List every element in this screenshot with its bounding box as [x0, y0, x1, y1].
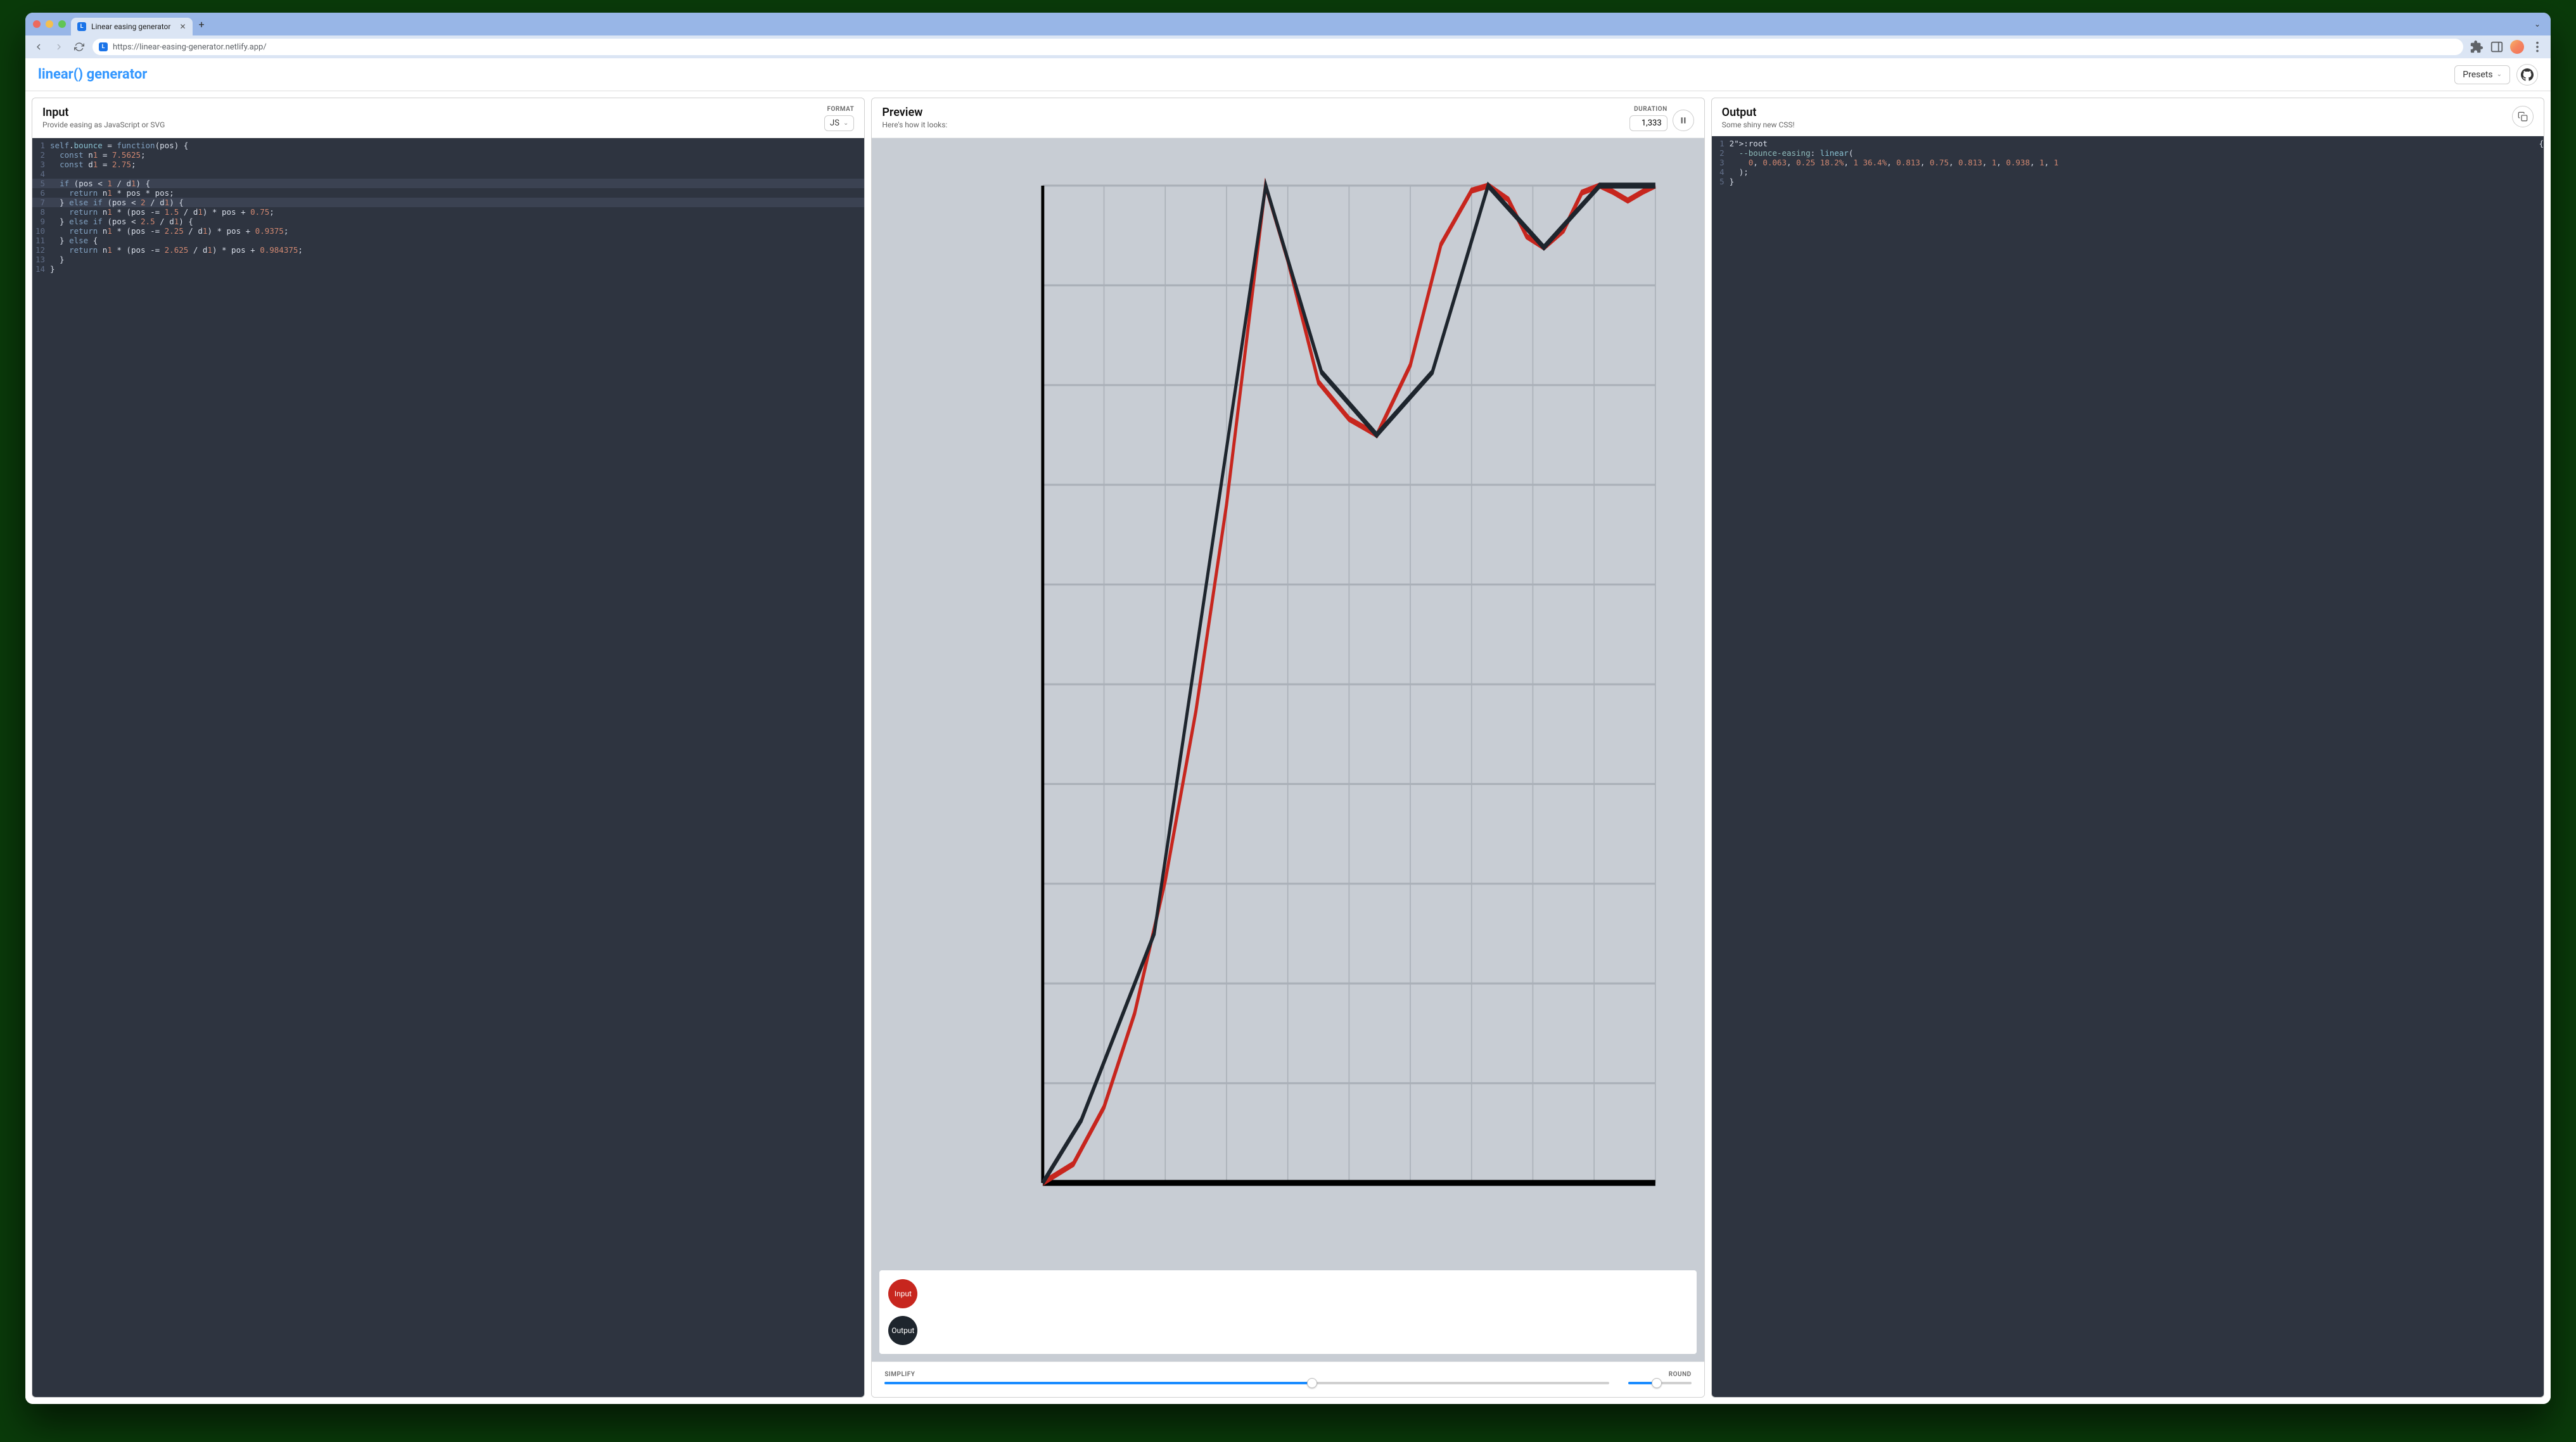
code-line: 4 );: [1712, 167, 2544, 177]
code-line: 10 return n1 * (pos -= 2.25 / d1) * pos …: [32, 226, 864, 236]
duration-label: DURATION: [1634, 106, 1667, 113]
code-line: 11 } else {: [32, 236, 864, 245]
input-panel: Input Provide easing as JavaScript or SV…: [32, 98, 865, 1398]
code-line: 4: [32, 169, 864, 179]
code-line: 2 --bounce-easing: linear(: [1712, 148, 2544, 158]
output-panel: Output Some shiny new CSS! 12">:root {2 …: [1711, 98, 2544, 1398]
code-line: 13 }: [32, 255, 864, 264]
output-ball: Output: [888, 1316, 917, 1345]
side-panel-icon[interactable]: [2490, 40, 2504, 54]
format-value: JS: [830, 118, 839, 128]
favicon-icon: L: [77, 22, 86, 31]
preview-body: Input Output: [872, 138, 1704, 1362]
output-subtitle: Some shiny new CSS!: [1722, 120, 2504, 129]
code-line: 3 const d1 = 2.75;: [32, 160, 864, 169]
output-code-viewer[interactable]: 12">:root {2 --bounce-easing: linear(3 0…: [1712, 136, 2544, 1397]
code-line: 7 } else if (pos < 2 / d1) {: [32, 198, 864, 207]
profile-avatar[interactable]: [2510, 40, 2524, 54]
output-title: Output: [1722, 106, 2504, 119]
code-line: 8 return n1 * (pos -= 1.5 / d1) * pos + …: [32, 207, 864, 217]
input-panel-header: Input Provide easing as JavaScript or SV…: [32, 98, 864, 138]
simplify-slider[interactable]: [884, 1382, 1609, 1384]
chevron-down-icon: ⌄: [843, 120, 848, 127]
presets-label: Presets: [2463, 70, 2492, 80]
maximize-window-button[interactable]: [58, 20, 66, 28]
preview-panel-header: Preview Here's how it looks: DURATION 1,…: [872, 98, 1704, 138]
close-window-button[interactable]: [33, 20, 41, 28]
animation-demo: Input Output: [879, 1270, 1696, 1354]
tab-title: Linear easing generator: [91, 22, 170, 31]
github-link[interactable]: [2516, 64, 2538, 86]
input-ball: Input: [888, 1279, 917, 1308]
code-line: 12 return n1 * (pos -= 2.625 / d1) * pos…: [32, 245, 864, 255]
url-text: https://linear-easing-generator.netlify.…: [113, 42, 267, 52]
code-line: 5 if (pos < 1 / d1) {: [32, 179, 864, 188]
preview-title: Preview: [882, 106, 1621, 119]
browser-tab[interactable]: L Linear easing generator ✕: [71, 18, 193, 35]
format-label: FORMAT: [827, 106, 855, 113]
code-line: 14}: [32, 264, 864, 274]
presets-dropdown[interactable]: Presets ⌄: [2454, 65, 2510, 84]
code-line: 5}: [1712, 177, 2544, 186]
chevron-down-icon: ⌄: [2497, 71, 2502, 78]
back-button[interactable]: [32, 40, 46, 54]
preview-panel: Preview Here's how it looks: DURATION 1,…: [871, 98, 1704, 1398]
format-select[interactable]: JS ⌄: [824, 115, 854, 131]
input-title: Input: [42, 106, 817, 119]
app-header: linear() generator Presets ⌄: [25, 58, 2551, 91]
window-controls: [30, 20, 71, 28]
minimize-window-button[interactable]: [46, 20, 53, 28]
code-line: 9 } else if (pos < 2.5 / d1) {: [32, 217, 864, 226]
tab-overflow-icon[interactable]: ⌄: [2534, 20, 2546, 29]
site-info-icon[interactable]: L: [99, 42, 108, 51]
input-subtitle: Provide easing as JavaScript or SVG: [42, 120, 817, 129]
code-line: 6 return n1 * pos * pos;: [32, 188, 864, 198]
browser-window: L Linear easing generator ✕ + ⌄ L https:…: [25, 13, 2551, 1404]
slider-row: SIMPLIFY ROUND: [872, 1362, 1704, 1397]
simplify-slider-group: SIMPLIFY: [884, 1371, 1609, 1384]
code-line: 12">:root {: [1712, 139, 2544, 148]
copy-icon: [2518, 112, 2528, 122]
browser-address-bar: L https://linear-easing-generator.netlif…: [25, 35, 2551, 58]
round-slider[interactable]: [1628, 1382, 1692, 1384]
app-logo: linear() generator: [38, 67, 147, 82]
output-panel-header: Output Some shiny new CSS!: [1712, 98, 2544, 136]
url-field[interactable]: L https://linear-easing-generator.netlif…: [92, 39, 2463, 55]
forward-button[interactable]: [52, 40, 66, 54]
code-line: 2 const n1 = 7.5625;: [32, 150, 864, 160]
new-tab-button[interactable]: +: [199, 18, 205, 30]
reload-button[interactable]: [72, 40, 86, 54]
extensions-icon[interactable]: [2470, 40, 2484, 54]
easing-graph: [879, 146, 1696, 1263]
round-slider-group: ROUND: [1628, 1371, 1692, 1384]
browser-tab-bar: L Linear easing generator ✕ + ⌄: [25, 13, 2551, 35]
github-icon: [2521, 68, 2534, 81]
pause-icon: [1679, 116, 1688, 125]
preview-subtitle: Here's how it looks:: [882, 120, 1621, 129]
input-code-editor[interactable]: 1self.bounce = function(pos) {2 const n1…: [32, 138, 864, 1397]
code-line: 1self.bounce = function(pos) {: [32, 141, 864, 150]
simplify-label: SIMPLIFY: [884, 1371, 1609, 1378]
copy-button[interactable]: [2512, 106, 2534, 127]
round-label: ROUND: [1628, 1371, 1692, 1378]
pause-button[interactable]: [1673, 110, 1694, 131]
main-content: Input Provide easing as JavaScript or SV…: [25, 91, 2551, 1404]
browser-menu-icon[interactable]: [2530, 40, 2544, 54]
code-line: 3 0, 0.063, 0.25 18.2%, 1 36.4%, 0.813, …: [1712, 158, 2544, 167]
close-tab-icon[interactable]: ✕: [179, 22, 186, 31]
duration-input[interactable]: 1,333: [1629, 115, 1667, 131]
